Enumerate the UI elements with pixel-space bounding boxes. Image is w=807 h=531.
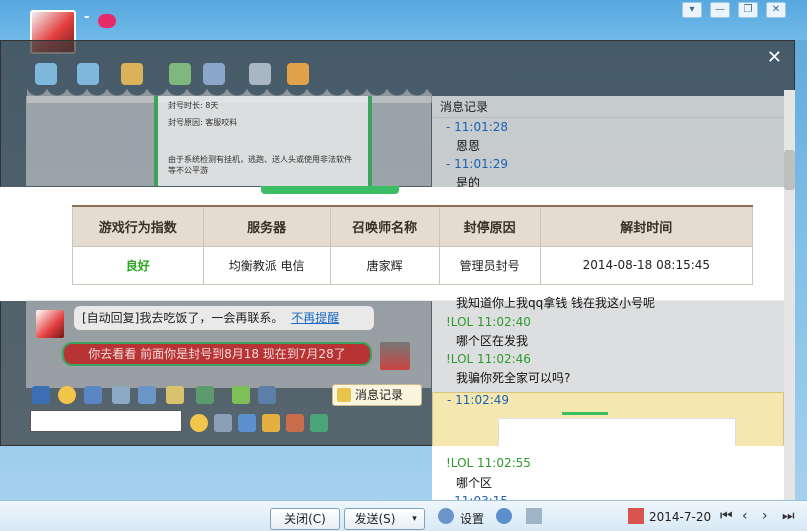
music-icon[interactable] <box>138 386 156 404</box>
history-scrollbar[interactable] <box>784 90 795 520</box>
send-options-dropdown[interactable]: ▾ <box>405 508 425 530</box>
message-log-button[interactable]: 消息记录 <box>332 384 422 406</box>
history-time: !LOL 11:02:40 <box>446 315 531 329</box>
col-server: 服务器 <box>202 205 331 247</box>
my-avatar[interactable] <box>380 342 410 370</box>
behavior-index-value: 良好 <box>72 245 204 285</box>
history-text: 哪个区 <box>456 476 493 490</box>
screen-share-icon[interactable] <box>249 63 271 85</box>
close-button[interactable]: 关闭(C) <box>270 508 340 530</box>
snapshot-icon[interactable] <box>232 386 250 404</box>
contact-avatar[interactable] <box>36 310 64 338</box>
history-lower-area: !LOL 11:02:55 哪个区 - 11:03:15 <box>432 446 795 508</box>
close-overlay-button[interactable]: ✕ <box>767 47 782 68</box>
auto-reply-text: [自动回复]我去吃饭了，一会再联系。 <box>82 311 284 325</box>
chat-history-panel: 封号时长: 8天 封号原因: 客服咬料 由于系统检测有挂机，逃跑、送人头或使用非… <box>26 96 431 186</box>
col-behavior-index: 游戏行为指数 <box>72 205 204 247</box>
ban-info-card: 封号时长: 8天 封号原因: 客服咬料 由于系统检测有挂机，逃跑、送人头或使用非… <box>154 96 372 186</box>
history-time: - 11:01:28 <box>446 120 509 134</box>
add-app-icon[interactable] <box>169 63 191 85</box>
speaker-icon[interactable] <box>526 508 542 524</box>
ban-reason-value: 客服咬料 <box>205 118 238 127</box>
close-window-icon[interactable]: ✕ <box>766 2 786 18</box>
image-thumbnail[interactable] <box>498 418 736 448</box>
history-text: 我知道你上我qq拿钱 钱在我这小号呢 <box>456 296 656 310</box>
ban-note: 由于系统检测有挂机，逃跑、送人头或使用非法软件等不公平游 <box>168 155 352 175</box>
prev-page-icon[interactable]: ‹ <box>742 508 748 524</box>
camera-icon[interactable] <box>35 63 57 85</box>
star-icon[interactable] <box>310 414 328 432</box>
thumbnail-tab <box>562 412 608 415</box>
unban-time-value: 2014-08-18 08:15:45 <box>539 245 754 285</box>
send-button[interactable]: 发送(S) <box>344 508 406 530</box>
title-bar: - ▾ — ❐ ✕ <box>0 0 807 54</box>
search-icon[interactable] <box>496 508 512 524</box>
server-value: 均衡教派 电信 <box>202 245 331 285</box>
qq-status-icon <box>98 14 116 28</box>
clipboard-icon[interactable] <box>286 414 304 432</box>
voice-message-icon[interactable] <box>112 386 130 404</box>
history-nav: 设置 2014-7-20 ⏮ ‹ › ⏭ <box>432 504 807 528</box>
dont-remind-link[interactable]: 不再提醒 <box>291 311 339 325</box>
ban-duration-label: 封号时长: <box>168 101 203 110</box>
maximize-icon[interactable]: ❐ <box>738 2 758 18</box>
remote-desktop-icon[interactable] <box>203 63 225 85</box>
history-text: 我骗你死全家可以吗? <box>456 371 571 385</box>
emoji-icon[interactable] <box>190 414 208 432</box>
smile-icon[interactable] <box>262 414 280 432</box>
window-icon[interactable] <box>238 414 256 432</box>
screenshot-icon[interactable] <box>258 386 276 404</box>
chat-lower-area: [自动回复]我去吃饭了，一会再联系。 不再提醒 你去看看 前面你是封号到8月18… <box>26 300 431 388</box>
summoner-name-value: 唐家辉 <box>329 245 440 285</box>
message-bubble: 你去看看 前面你是封号到8月18 现在到7月28了 <box>62 342 372 366</box>
emoji-icon[interactable] <box>58 386 76 404</box>
col-summoner-name: 召唤师名称 <box>329 205 440 247</box>
menu-icon[interactable]: ▾ <box>682 2 702 18</box>
history-time: !LOL 11:02:55 <box>446 456 531 470</box>
ban-info-table: 游戏行为指数 服务器 召唤师名称 封停原因 解封时间 良好 均衡教派 电信 唐家… <box>72 205 754 285</box>
save-icon[interactable] <box>214 414 232 432</box>
scroll-thumb[interactable] <box>784 150 795 190</box>
mini-input[interactable] <box>30 410 182 432</box>
banner-tab <box>261 186 399 194</box>
history-text: 恩恩 <box>456 139 481 153</box>
chat-toolbar <box>27 63 327 89</box>
calendar-icon[interactable] <box>628 508 644 524</box>
history-text: 哪个区在发我 <box>456 334 529 348</box>
image-icon[interactable] <box>196 386 214 404</box>
history-time: - 11:01:29 <box>446 157 509 171</box>
next-page-icon[interactable]: › <box>762 508 768 524</box>
message-log-label: 消息记录 <box>355 388 404 402</box>
minimize-icon[interactable]: — <box>710 2 730 18</box>
settings-label[interactable]: 设置 <box>460 510 484 527</box>
history-date[interactable]: 2014-7-20 <box>649 510 711 524</box>
first-page-icon[interactable]: ⏮ <box>720 508 733 524</box>
nickname: - <box>84 10 90 25</box>
font-icon[interactable] <box>32 386 50 404</box>
history-time: - 11:02:49 <box>447 393 510 407</box>
format-toolbar: 消息记录 <box>26 382 422 408</box>
last-page-icon[interactable]: ⏭ <box>782 508 795 524</box>
history-title: 消息记录 <box>432 96 794 118</box>
input-toolbar-row <box>30 410 330 434</box>
history-time: !LOL 11:02:46 <box>446 352 531 366</box>
microphone-icon[interactable] <box>77 63 99 85</box>
apps-grid-icon[interactable] <box>287 63 309 85</box>
col-ban-reason: 封停原因 <box>438 205 541 247</box>
col-unban-time: 解封时间 <box>539 205 754 247</box>
shake-icon[interactable] <box>84 386 102 404</box>
table-row: 良好 均衡教派 电信 唐家辉 管理员封号 2014-08-18 08:15:45 <box>72 245 754 285</box>
ban-reason-value: 管理员封号 <box>438 245 541 285</box>
ban-reason-label: 封号原因: <box>168 118 203 127</box>
folder-icon[interactable] <box>121 63 143 85</box>
message-log-icon <box>337 388 351 402</box>
auto-reply-bubble: [自动回复]我去吃饭了，一会再联系。 不再提醒 <box>74 306 374 330</box>
ban-duration-value: 8天 <box>205 101 219 110</box>
message-history-lower: 我知道你上我qq拿钱 钱在我这小号呢 !LOL 11:02:40 哪个区在发我 … <box>432 296 794 392</box>
gear-icon[interactable] <box>438 508 454 524</box>
gift-icon[interactable] <box>166 386 184 404</box>
